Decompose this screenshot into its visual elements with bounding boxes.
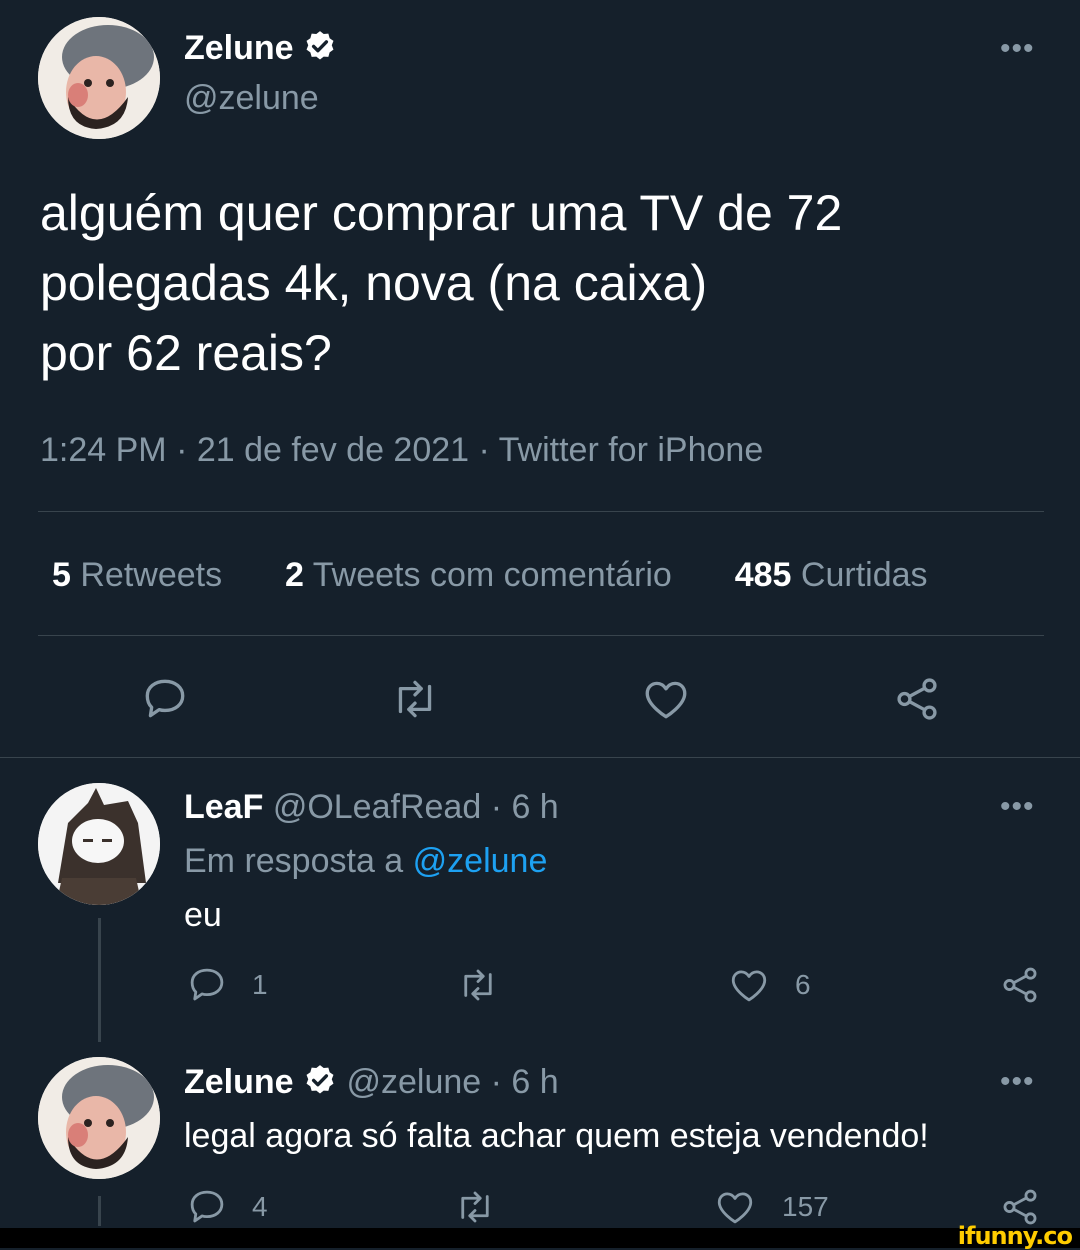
more-options-icon[interactable]: ••• [1000,1067,1035,1097]
tweet-text-line-2: polegadas 4k, nova (na caixa) [40,255,708,311]
thread-line [98,918,101,1042]
like-icon[interactable] [641,674,691,724]
divider [38,635,1044,636]
share-icon[interactable] [999,964,1041,1006]
reply-icon[interactable] [140,674,190,724]
like-icon[interactable] [714,1186,756,1228]
verified-badge-icon [303,29,337,72]
thread-line [98,1196,101,1226]
reply-author-handle[interactable]: @zelune [346,1063,481,1101]
reply-author-name[interactable]: LeaF [184,788,263,826]
like-count: 6 [795,969,811,1000]
retweet-icon[interactable] [455,964,501,1006]
reply-count: 1 [252,969,268,1000]
reply-icon[interactable] [186,1186,228,1228]
tweet-stats: 5 Retweets 2 Tweets com comentário 485 C… [52,555,928,595]
likes-stat[interactable]: 485 Curtidas [735,556,928,594]
reply-to-label: Em resposta a [184,842,404,880]
more-options-icon[interactable]: ••• [1000,792,1035,822]
reply-author-avatar[interactable] [38,783,160,905]
watermark-bar [0,1228,1080,1248]
tweet-timestamp[interactable]: 1:24 PM · 21 de fev de 2021 · Twitter fo… [40,430,763,470]
retweet-icon[interactable] [388,674,442,724]
verified-badge-icon [303,1063,337,1106]
retweets-stat[interactable]: 5 Retweets [52,556,222,594]
author-handle[interactable]: @zelune [184,78,319,118]
tweet-text-line-3: por 62 reais? [40,325,332,381]
like-count: 157 [782,1191,829,1222]
reply-time[interactable]: · 6 h [491,788,559,826]
reply-time[interactable]: · 6 h [491,1063,559,1101]
tweet-text-line-1: alguém quer comprar uma TV de 72 [40,185,843,241]
retweet-icon[interactable] [452,1186,498,1228]
reply-text: legal agora só falta achar quem esteja v… [184,1117,929,1155]
reply-count: 4 [252,1191,268,1222]
author-avatar[interactable] [38,17,160,139]
like-icon[interactable] [728,964,770,1006]
more-options-icon[interactable]: ••• [1000,34,1035,64]
share-icon[interactable] [892,674,942,724]
reply-icon[interactable] [186,964,228,1006]
quotes-stat[interactable]: 2 Tweets com comentário [285,556,672,594]
reply-author-handle[interactable]: @OLeafRead [273,788,481,826]
divider [0,757,1080,758]
reply-author-name[interactable]: Zelune [184,1063,294,1101]
tweet-text: alguém quer comprar uma TV de 72 polegad… [40,178,842,388]
watermark-logo: ifunny.co [957,1222,1073,1250]
author-name[interactable]: Zelune [184,29,294,67]
reply-to-mention[interactable]: @zelune [413,842,548,880]
reply-author-avatar[interactable] [38,1057,160,1179]
reply-text: eu [184,896,222,934]
divider [38,511,1044,512]
